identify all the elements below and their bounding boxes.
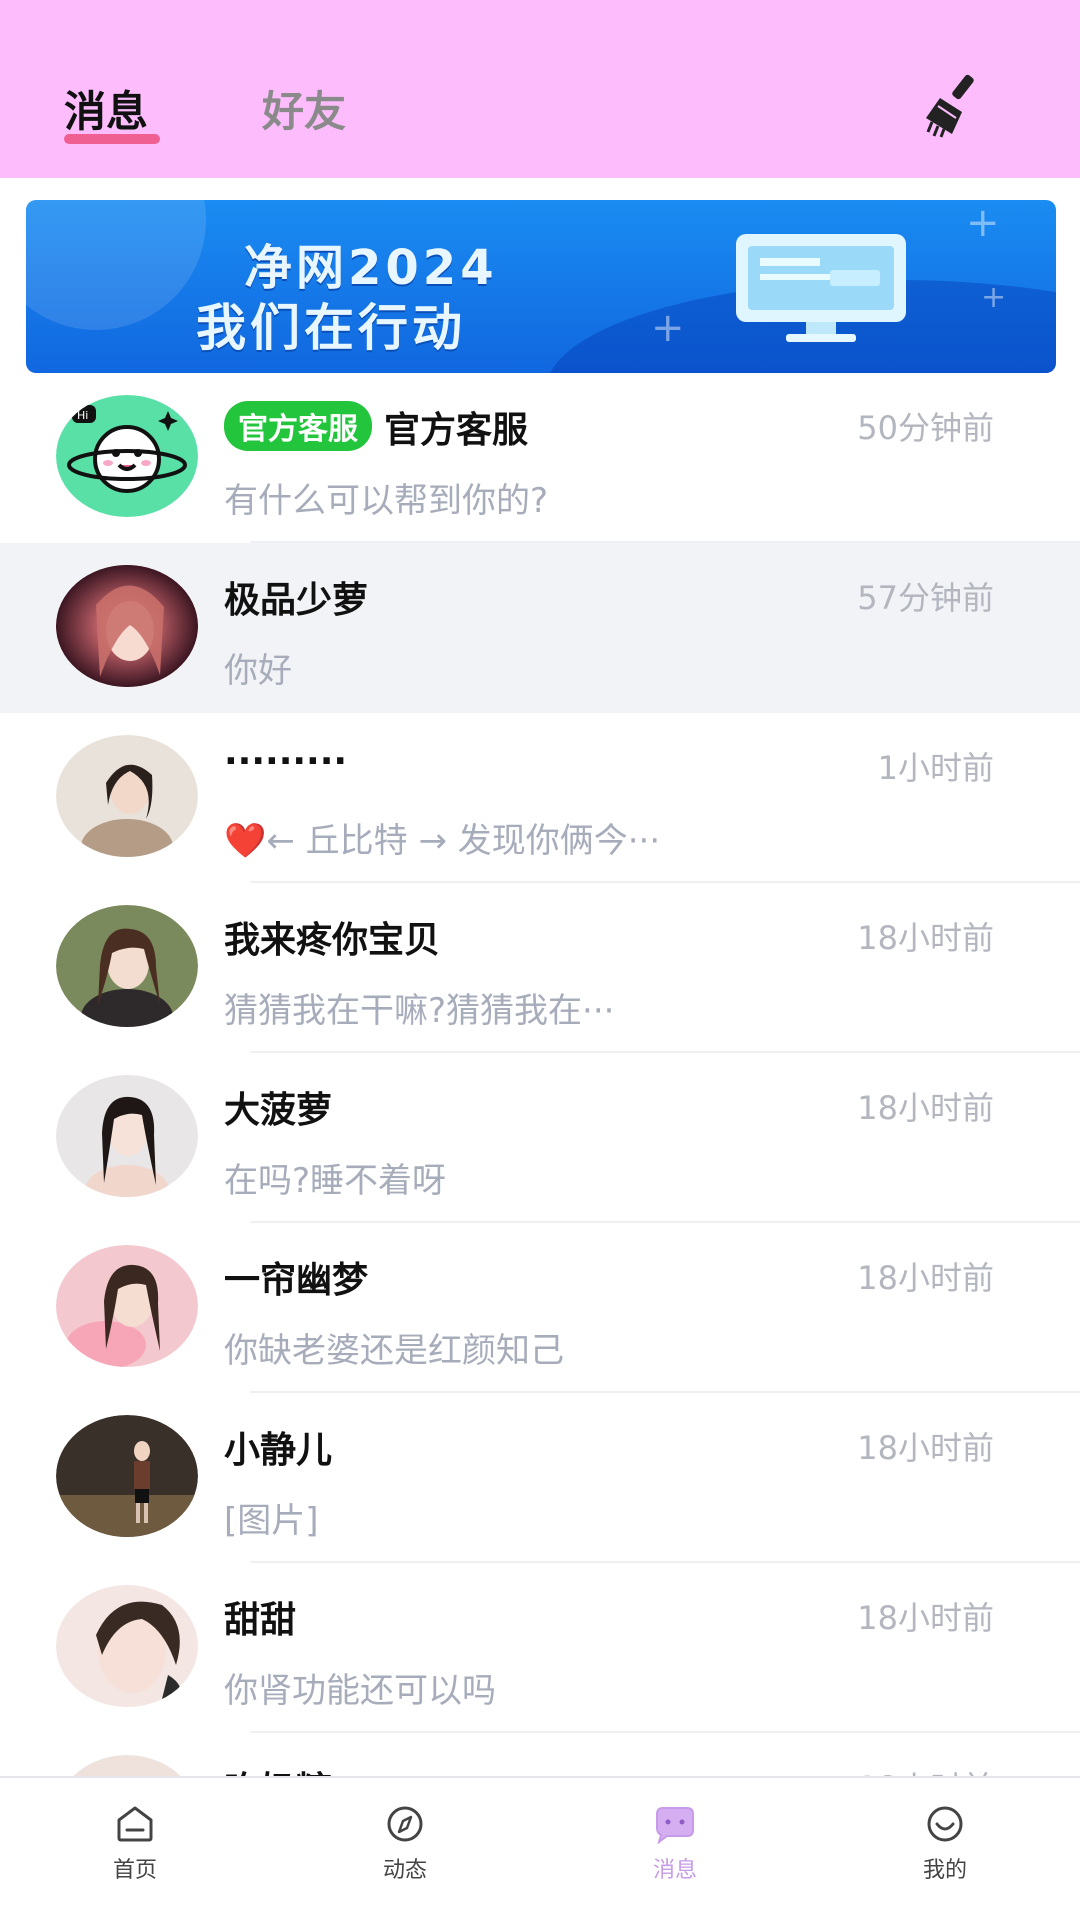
message-preview: ❤️← 丘比特 → 发现你俩今···	[224, 813, 660, 862]
message-time: 50分钟前	[857, 409, 994, 447]
message-preview: [图片]	[224, 1501, 319, 1541]
contact-name: 甜甜	[224, 1600, 297, 1641]
bottom-nav: 首页 动态 消息 我的	[0, 1776, 1080, 1922]
official-badge: 官方客服	[224, 401, 372, 451]
home-icon	[117, 1806, 153, 1842]
message-preview: 猜猜我在干嘛?猜猜我在···	[224, 991, 615, 1031]
message-time: 18小时前	[857, 1429, 994, 1467]
contact-avatar	[56, 565, 198, 687]
contact-name: 官方客服 官方客服	[224, 401, 528, 453]
promo-banner[interactable]: + + + 净网2024 我们在行动	[26, 200, 1056, 373]
monitor-icon	[736, 234, 906, 342]
contact-avatar	[56, 905, 198, 1027]
nav-messages-label: 消息	[652, 1858, 697, 1883]
message-preview-text: ← 丘比特 → 发现你俩今···	[266, 821, 661, 861]
top-header: 消息 好友	[0, 0, 1080, 178]
conversation-list: Hi 官方客服 官方客服 50分钟前 有什么可以帮到你的? 极品少萝 57分钟前 …	[0, 373, 1080, 1903]
contact-name: 一帘幽梦	[224, 1260, 369, 1301]
message-time: 18小时前	[857, 1259, 994, 1297]
message-time: 18小时前	[857, 1089, 994, 1127]
conversation-row[interactable]: 我来疼你宝贝 18小时前 猜猜我在干嘛?猜猜我在···	[0, 883, 1080, 1053]
contact-name-text: 官方客服	[384, 410, 529, 451]
banner-plus-decor: +	[651, 305, 685, 351]
nav-home[interactable]: 首页	[75, 1804, 195, 1884]
conversation-row[interactable]: 一帘幽梦 18小时前 你缺老婆还是红颜知己	[0, 1223, 1080, 1393]
conversation-row[interactable]: ········· 1小时前 ❤️← 丘比特 → 发现你俩今···	[0, 713, 1080, 883]
message-preview: 有什么可以帮到你的?	[224, 481, 549, 521]
banner-plus-decor: +	[981, 280, 1007, 315]
svg-text:Hi: Hi	[77, 409, 88, 422]
conversation-row[interactable]: 极品少萝 57分钟前 你好	[0, 543, 1080, 713]
banner-plus-decor: +	[966, 200, 1000, 246]
message-time: 18小时前	[857, 1599, 994, 1637]
nav-profile[interactable]: 我的	[885, 1804, 1005, 1884]
contact-avatar	[56, 1075, 198, 1197]
banner-subtitle: 我们在行动	[196, 299, 466, 357]
banner-decor-circle	[26, 200, 206, 330]
nav-messages[interactable]: 消息	[615, 1804, 735, 1884]
chat-icon	[656, 1807, 694, 1844]
message-preview: 你缺老婆还是红颜知己	[224, 1331, 564, 1371]
message-preview: 你肾功能还可以吗	[224, 1671, 496, 1711]
contact-avatar	[56, 735, 198, 857]
conversation-row[interactable]: Hi 官方客服 官方客服 50分钟前 有什么可以帮到你的?	[0, 373, 1080, 543]
message-time: 57分钟前	[857, 579, 994, 617]
contact-avatar	[56, 1415, 198, 1537]
contact-avatar	[56, 1245, 198, 1367]
contact-name: 大菠萝	[224, 1090, 333, 1131]
conversation-row[interactable]: 大菠萝 18小时前 在吗?睡不着呀	[0, 1053, 1080, 1223]
contact-name: 极品少萝	[224, 580, 369, 621]
contact-avatar	[56, 1585, 198, 1707]
tab-messages[interactable]: 消息	[64, 78, 148, 139]
message-time: 18小时前	[857, 919, 994, 957]
tab-friends[interactable]: 好友	[262, 78, 346, 139]
nav-home-label: 首页	[112, 1858, 157, 1883]
compass-icon	[387, 1806, 423, 1842]
message-preview: 你好	[224, 651, 292, 691]
conversation-row[interactable]: 甜甜 18小时前 你肾功能还可以吗	[0, 1563, 1080, 1733]
message-time: 1小时前	[877, 749, 994, 787]
contact-name: 小静儿	[224, 1430, 333, 1471]
broom-icon[interactable]	[922, 72, 988, 138]
official-service-avatar: Hi	[56, 395, 198, 517]
contact-name: 我来疼你宝贝	[224, 920, 441, 961]
profile-smile-icon	[927, 1806, 963, 1842]
conversation-row[interactable]: 小静儿 18小时前 [图片]	[0, 1393, 1080, 1563]
active-tab-indicator	[64, 134, 160, 144]
message-preview: 在吗?睡不着呀	[224, 1161, 447, 1201]
nav-moments-label: 动态	[382, 1858, 427, 1883]
heart-icon: ❤️	[224, 821, 267, 861]
nav-moments[interactable]: 动态	[345, 1804, 465, 1884]
nav-profile-label: 我的	[922, 1858, 967, 1883]
contact-name: ·········	[224, 741, 348, 782]
